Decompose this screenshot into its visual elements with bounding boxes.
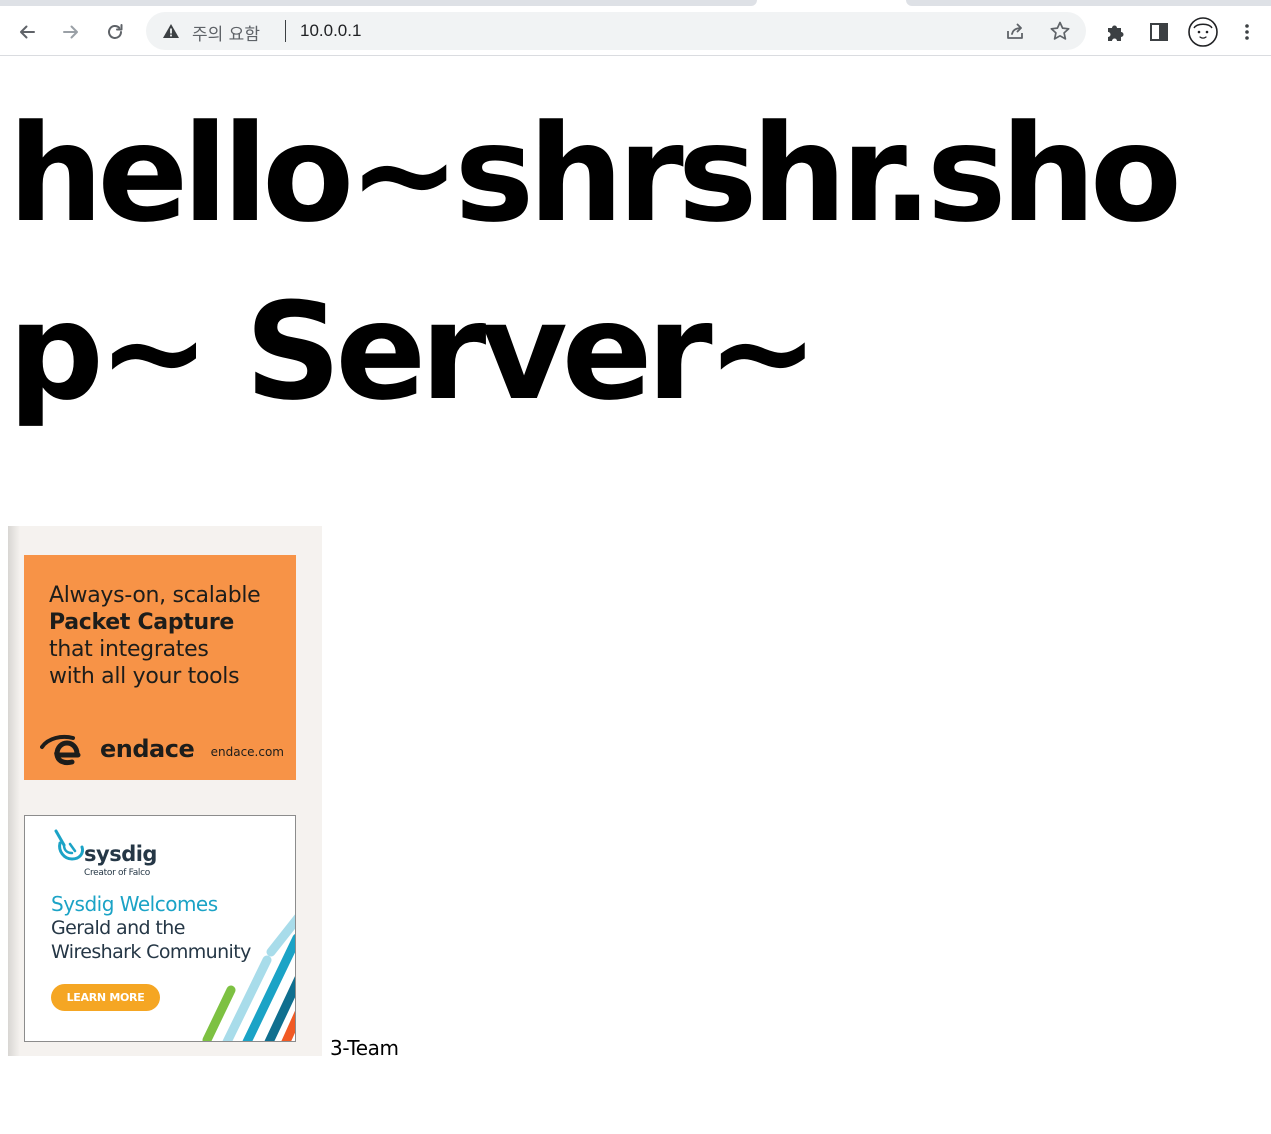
browser-toolbar: 주의 요함 10.0.0.1 [0, 12, 1271, 56]
endace-ad-line3: that integrates [49, 637, 209, 662]
extensions-button[interactable] [1099, 16, 1131, 48]
tab-strip-right [906, 0, 1271, 6]
ad-panel: Always-on, scalable Packet Capture that … [8, 526, 322, 1056]
forward-button[interactable] [55, 16, 87, 48]
security-warning-label[interactable]: 주의 요함 [192, 20, 260, 45]
side-panel-icon [1150, 23, 1168, 41]
address-separator [285, 20, 286, 42]
address-bar[interactable]: 주의 요함 10.0.0.1 [146, 12, 1086, 50]
endace-domain: endace.com [210, 745, 284, 759]
sysdig-logo-icon [54, 829, 84, 861]
ad-panel-shadow [8, 526, 20, 1056]
profile-avatar-icon [1188, 17, 1218, 47]
share-button[interactable] [999, 15, 1031, 47]
endace-logo-icon [40, 734, 81, 766]
kebab-menu-icon [1245, 24, 1249, 40]
arrow-left-icon [20, 25, 35, 39]
profile-button[interactable] [1187, 16, 1219, 48]
back-button[interactable] [11, 16, 43, 48]
decorative-stripes-icon [202, 914, 295, 1041]
sysdig-tagline: Creator of Falco [84, 868, 150, 878]
url-text[interactable]: 10.0.0.1 [300, 21, 361, 41]
puzzle-icon [1108, 25, 1124, 41]
sysdig-line2: Gerald and the [51, 917, 185, 939]
menu-button[interactable] [1231, 16, 1263, 48]
endace-ad-line1: Always-on, scalable [49, 583, 261, 608]
arrow-right-icon [63, 25, 78, 39]
side-panel-button[interactable] [1143, 16, 1175, 48]
endace-ad-line4: with all your tools [49, 664, 240, 689]
endace-ad-line2: Packet Capture [49, 610, 235, 635]
sysdig-headline: Sysdig Welcomes [51, 892, 218, 916]
page-heading: hello~shrshr.shop~ Server~ [8, 96, 1182, 430]
warning-icon[interactable] [162, 23, 180, 39]
reload-button[interactable] [99, 16, 131, 48]
endace-brand: endace [100, 735, 195, 763]
tab-strip [0, 0, 1271, 12]
endace-ad[interactable]: Always-on, scalable Packet Capture that … [24, 555, 296, 780]
learn-more-button[interactable]: LEARN MORE [51, 984, 160, 1011]
bookmark-button[interactable] [1044, 15, 1076, 47]
share-icon [1007, 23, 1023, 39]
page-content: hello~shrshr.shop~ Server~ [8, 57, 1263, 441]
sysdig-brand: sysdig [84, 842, 157, 866]
tab-strip-left [0, 0, 757, 6]
reload-icon [108, 24, 123, 39]
star-icon [1050, 21, 1070, 40]
sysdig-ad[interactable]: sysdig Creator of Falco Sysdig Welcomes … [24, 815, 296, 1042]
team-label: 3-Team [330, 1036, 399, 1060]
